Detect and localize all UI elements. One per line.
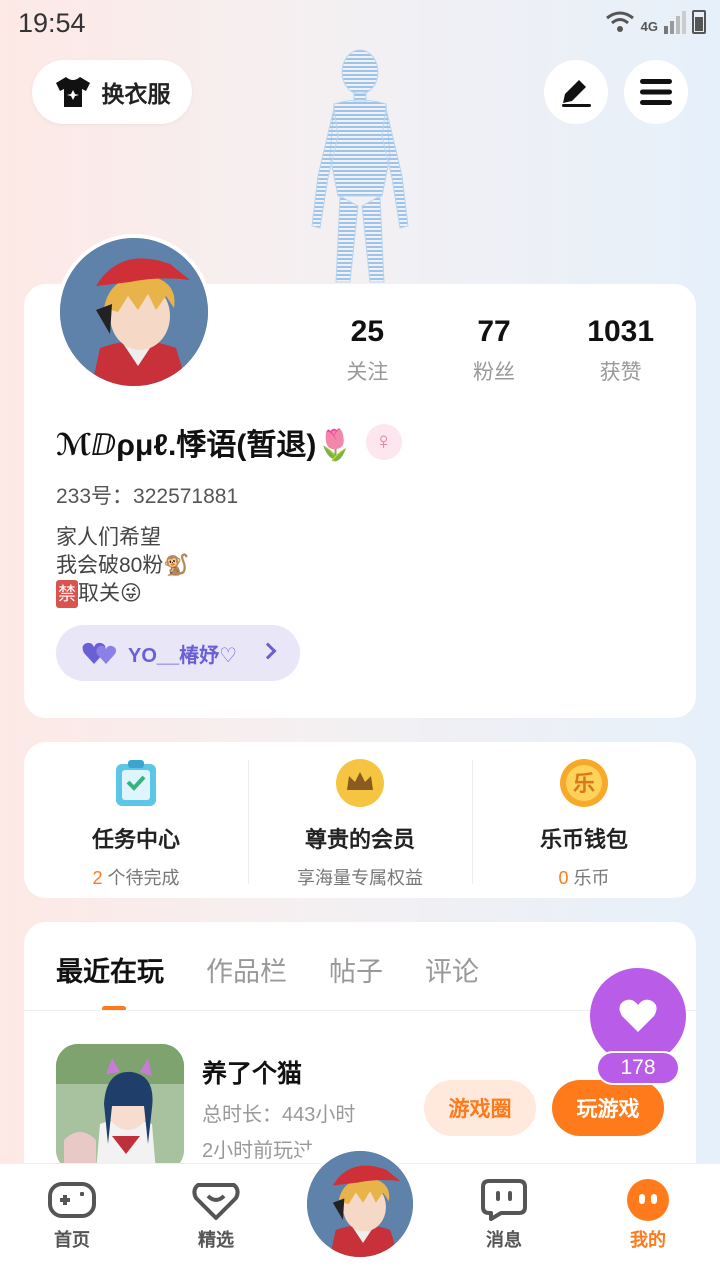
tab-works[interactable]: 作品栏 [206,950,287,989]
tshirt-icon [55,77,90,107]
clipboard-icon [111,758,161,808]
network-type: 4G [640,19,658,34]
bio-line: 禁取关😜 [56,580,190,608]
mine-face-icon [624,1179,672,1221]
tab-comments[interactable]: 评论 [425,950,479,989]
battery-icon [692,10,706,34]
task-center-title: 任务中心 [91,827,180,852]
double-heart-icon [82,642,116,664]
edit-profile-button[interactable] [544,60,608,124]
game-total-time: 总时长：443小时 [202,1104,356,1126]
nav-messages-label: 消息 [486,1230,522,1250]
bio: 家人们希望 我会破80粉🐒 禁取关😜 [56,524,190,608]
username: ℳⅅρμℓ.悸语(暂退)🌷 [56,429,354,462]
ban-emoji: 禁 [56,580,78,608]
bio-line-text: 取关😜 [78,582,142,605]
change-outfit-button[interactable]: 换衣服 [32,60,192,124]
task-center-sub: 2 个待完成 [24,864,248,890]
user-id[interactable]: 233号：322571881 [56,480,238,510]
female-gender-icon: ♀ [365,424,402,460]
wallet-entry[interactable]: 乐 乐币钱包 0 乐币 [472,742,696,898]
bio-line: 家人们希望 [56,526,161,549]
task-count: 2 [92,868,103,888]
feature-card: 任务中心 2 个待完成 尊贵的会员 享海量专属权益 乐 乐币钱包 0 乐币 [24,742,696,898]
nav-mine[interactable]: 我的 [598,1179,698,1252]
game-name: 养了个猫 [202,1060,303,1088]
nav-mine-label: 我的 [630,1230,666,1250]
stat-following-value: 25 [350,315,385,348]
svg-text:乐: 乐 [573,772,595,797]
username-row: ℳⅅρμℓ.悸语(暂退)🌷 ♀ [56,420,402,464]
nav-featured[interactable]: 精选 [166,1180,266,1252]
content-tabs: 最近在玩 作品栏 帖子 评论 [56,950,479,989]
game-thumbnail-image [56,1044,184,1172]
stat-likes[interactable]: 1031 获赞 [557,314,684,386]
crown-icon [335,758,385,808]
tab-recently-played[interactable]: 最近在玩 [56,950,164,989]
game-thumbnail[interactable] [56,1044,184,1172]
like-count-badge: 178 [596,1051,680,1085]
game-last-played: 2小时前玩过 [202,1140,314,1162]
relationship-link-label: YO__椿妤♡ [128,644,238,667]
signal-icon [664,11,686,34]
game-circle-button[interactable]: 游戏圈 [424,1080,536,1136]
stat-followers-label: 粉丝 [473,361,515,384]
tab-posts[interactable]: 帖子 [329,950,383,989]
heart-chat-icon [192,1180,240,1220]
task-sub-text: 个待完成 [102,868,180,888]
stat-following[interactable]: 25 关注 [304,314,431,386]
stat-followers-value: 77 [477,315,511,348]
like-button[interactable] [590,968,686,1064]
nav-messages[interactable]: 消息 [454,1179,554,1252]
nav-home[interactable]: 首页 [22,1180,122,1252]
change-outfit-label: 换衣服 [101,81,171,107]
play-game-button[interactable]: 玩游戏 [552,1080,664,1136]
chat-bubble-icon [480,1179,528,1221]
heart-icon [619,999,657,1032]
avatar-figure-placeholder[interactable] [290,46,430,286]
vip-sub: 享海量专属权益 [297,868,423,888]
coin-icon: 乐 [559,758,609,808]
hamburger-icon [640,79,672,105]
status-bar: 19:54 4G [0,0,720,50]
bio-line: 我会破80粉🐒 [56,554,190,577]
vip-title: 尊贵的会员 [304,827,415,852]
profile-stats: 25 关注 77 粉丝 1031 获赞 [304,314,684,386]
task-center-entry[interactable]: 任务中心 2 个待完成 [24,742,248,898]
stat-likes-label: 获赞 [599,361,642,384]
stat-followers[interactable]: 77 粉丝 [431,314,558,386]
status-time: 19:54 [18,8,86,38]
relationship-link[interactable]: YO__椿妤♡ [56,625,300,681]
wallet-sub: 0 乐币 [472,864,696,890]
avatar[interactable] [56,234,212,390]
stat-likes-value: 1031 [587,315,655,348]
nav-featured-label: 精选 [198,1230,234,1250]
chevron-right-icon [259,642,277,660]
vip-entry[interactable]: 尊贵的会员 享海量专属权益 [248,742,472,898]
pen-icon [562,80,591,107]
coin-count: 0 [558,868,569,888]
gamepad-icon [48,1180,96,1220]
stat-following-label: 关注 [346,361,389,384]
nav-home-label: 首页 [54,1230,90,1250]
coin-sub-text: 乐币 [568,868,610,888]
status-icons: 4G [605,10,706,34]
wallet-title: 乐币钱包 [539,827,628,852]
wifi-icon [605,11,634,32]
nav-avatar-button[interactable] [304,1148,416,1260]
menu-button[interactable] [624,60,688,124]
